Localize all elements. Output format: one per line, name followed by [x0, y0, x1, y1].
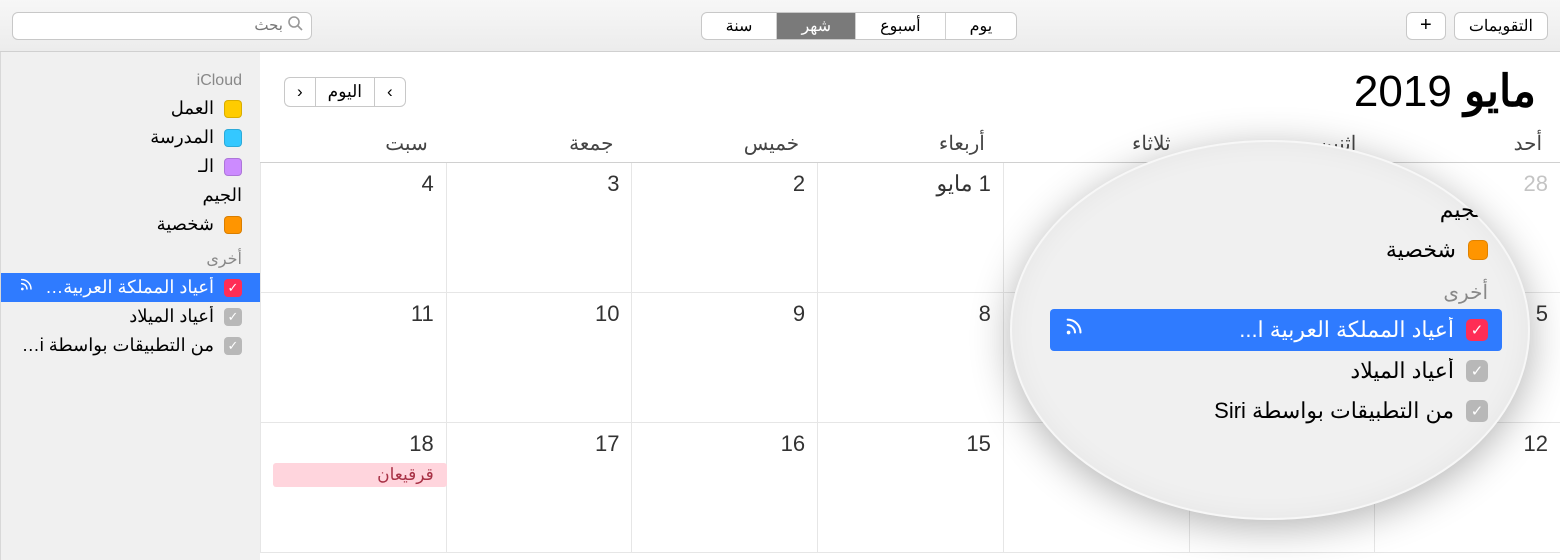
mag-item[interactable]: ✓ من التطبيقات بواسطة Siri — [1050, 391, 1502, 431]
checkbox-checked-icon[interactable]: ✓ — [1466, 400, 1488, 422]
checkbox-checked-icon[interactable]: ✓ — [224, 308, 242, 326]
weekday-label: جمعة — [446, 125, 632, 162]
date-number: 15 — [830, 431, 991, 457]
view-month[interactable]: شهر — [776, 13, 855, 39]
weekday-label: أحد — [1374, 125, 1560, 162]
color-dot-icon — [224, 216, 242, 234]
color-dot-icon — [1468, 240, 1488, 260]
sidebar-heading-icloud: iCloud — [1, 68, 260, 94]
date-number: 11 — [273, 301, 434, 327]
color-dot-icon — [224, 100, 242, 118]
sidebar-item-label: من التطبيقات بواسطة Siri — [19, 335, 214, 356]
mag-heading: أخرى — [1050, 270, 1502, 309]
color-dot-icon — [224, 158, 242, 176]
view-segmented-control: يوم أسبوع شهر سنة — [701, 12, 1018, 40]
sidebar-item-label: الجيم — [19, 185, 242, 206]
calendar-cell[interactable]: 8 — [817, 293, 1003, 423]
view-day[interactable]: يوم — [945, 13, 1017, 39]
checkbox-checked-icon[interactable]: ✓ — [224, 279, 242, 297]
sidebar-calendar-item[interactable]: ✓ من التطبيقات بواسطة Siri — [1, 331, 260, 360]
checkbox-checked-icon[interactable]: ✓ — [224, 337, 242, 355]
date-number: 2 — [644, 171, 805, 197]
mag-label: من التطبيقات بواسطة Siri — [1064, 398, 1454, 424]
view-year[interactable]: سنة — [702, 13, 777, 39]
date-number: 10 — [459, 301, 620, 327]
checkbox-checked-icon[interactable]: ✓ — [1466, 319, 1488, 341]
calendar-cell[interactable]: 11 — [260, 293, 446, 423]
calendar-cell[interactable]: 9 — [631, 293, 817, 423]
weekday-label: خميس — [631, 125, 817, 162]
sidebar-item-label: العمل — [19, 98, 214, 119]
date-number: 18 — [273, 431, 434, 457]
mag-label: أعياد المملكة العربية ا... — [1098, 317, 1454, 343]
calendar-cell[interactable]: 4 — [260, 163, 446, 293]
sidebar-calendar-item[interactable]: العمل — [1, 94, 260, 123]
search-icon — [287, 15, 303, 36]
sidebar-calendar-item[interactable]: الجيم — [1, 181, 260, 210]
date-number: 8 — [830, 301, 991, 327]
sidebar-item-label: المدرسة — [19, 127, 214, 148]
sidebar-heading-other: أخرى — [1, 245, 260, 273]
sidebar-calendar-item[interactable]: شخصية — [1, 210, 260, 239]
weekday-label: سبت — [260, 125, 446, 162]
next-button[interactable]: ‹ — [284, 77, 315, 107]
mag-label: أعياد الميلاد — [1064, 358, 1454, 384]
broadcast-icon — [1064, 316, 1086, 344]
search-field[interactable] — [12, 12, 312, 40]
calendar-cell[interactable]: 15 — [817, 423, 1003, 553]
calendar-cell[interactable]: 2 — [631, 163, 817, 293]
event-pill[interactable]: قرقيعان — [273, 463, 447, 487]
mag-item[interactable]: ✓ أعياد الميلاد — [1050, 351, 1502, 391]
calendar-cell[interactable]: 16 — [631, 423, 817, 553]
sidebar-item-label: الـ — [19, 156, 214, 177]
sidebar-calendar-item[interactable]: ✓ أعياد الميلاد — [1, 302, 260, 331]
date-number: 3 — [459, 171, 620, 197]
weekday-label: أربعاء — [817, 125, 1003, 162]
calendar-cell[interactable]: 17 — [446, 423, 632, 553]
calendars-button[interactable]: التقويمات — [1454, 12, 1548, 40]
add-button[interactable]: + — [1406, 12, 1446, 40]
sidebar-item-label: شخصية — [19, 214, 214, 235]
calendar-cell[interactable]: 18 قرقيعان — [260, 423, 446, 553]
calendar-cell[interactable]: 10 — [446, 293, 632, 423]
search-input[interactable] — [21, 17, 283, 34]
nav-buttons: › اليوم ‹ — [284, 77, 406, 107]
sidebar: iCloud العمل المدرسة الـ الجيم شخصية أخرى ✓ أ… — [0, 52, 260, 560]
date-number: 1 مايو — [830, 171, 991, 197]
color-dot-icon — [224, 129, 242, 147]
prev-button[interactable]: › — [374, 77, 406, 107]
view-week[interactable]: أسبوع — [855, 13, 945, 39]
date-number: 16 — [644, 431, 805, 457]
calendar-cell[interactable]: 1 مايو — [817, 163, 1003, 293]
calendar-cell[interactable]: 3 — [446, 163, 632, 293]
mag-item: الجيم — [1050, 190, 1502, 230]
month-title: مايو 2019 — [1354, 66, 1536, 117]
sidebar-item-label: أعياد الميلاد — [19, 306, 214, 327]
toolbar: التقويمات + يوم أسبوع شهر سنة — [0, 0, 1560, 52]
broadcast-icon — [19, 277, 35, 298]
date-number: 17 — [459, 431, 620, 457]
mag-item-selected[interactable]: ✓ أعياد المملكة العربية ا... — [1050, 309, 1502, 351]
today-button[interactable]: اليوم — [315, 77, 374, 107]
date-number: 4 — [273, 171, 434, 197]
mag-item: شخصية — [1050, 230, 1502, 270]
magnifier-overlay: الجيم شخصية أخرى ✓ أعياد المملكة العربية… — [1010, 140, 1530, 520]
mag-label: شخصية — [1064, 237, 1456, 263]
checkbox-checked-icon[interactable]: ✓ — [1466, 360, 1488, 382]
date-number: 9 — [644, 301, 805, 327]
sidebar-calendar-item[interactable]: الـ — [1, 152, 260, 181]
sidebar-item-label: أعياد المملكة العربية ا... — [45, 277, 214, 298]
sidebar-calendar-item[interactable]: المدرسة — [1, 123, 260, 152]
sidebar-calendar-item[interactable]: ✓ أعياد المملكة العربية ا... — [1, 273, 260, 302]
mag-label: الجيم — [1064, 197, 1488, 223]
